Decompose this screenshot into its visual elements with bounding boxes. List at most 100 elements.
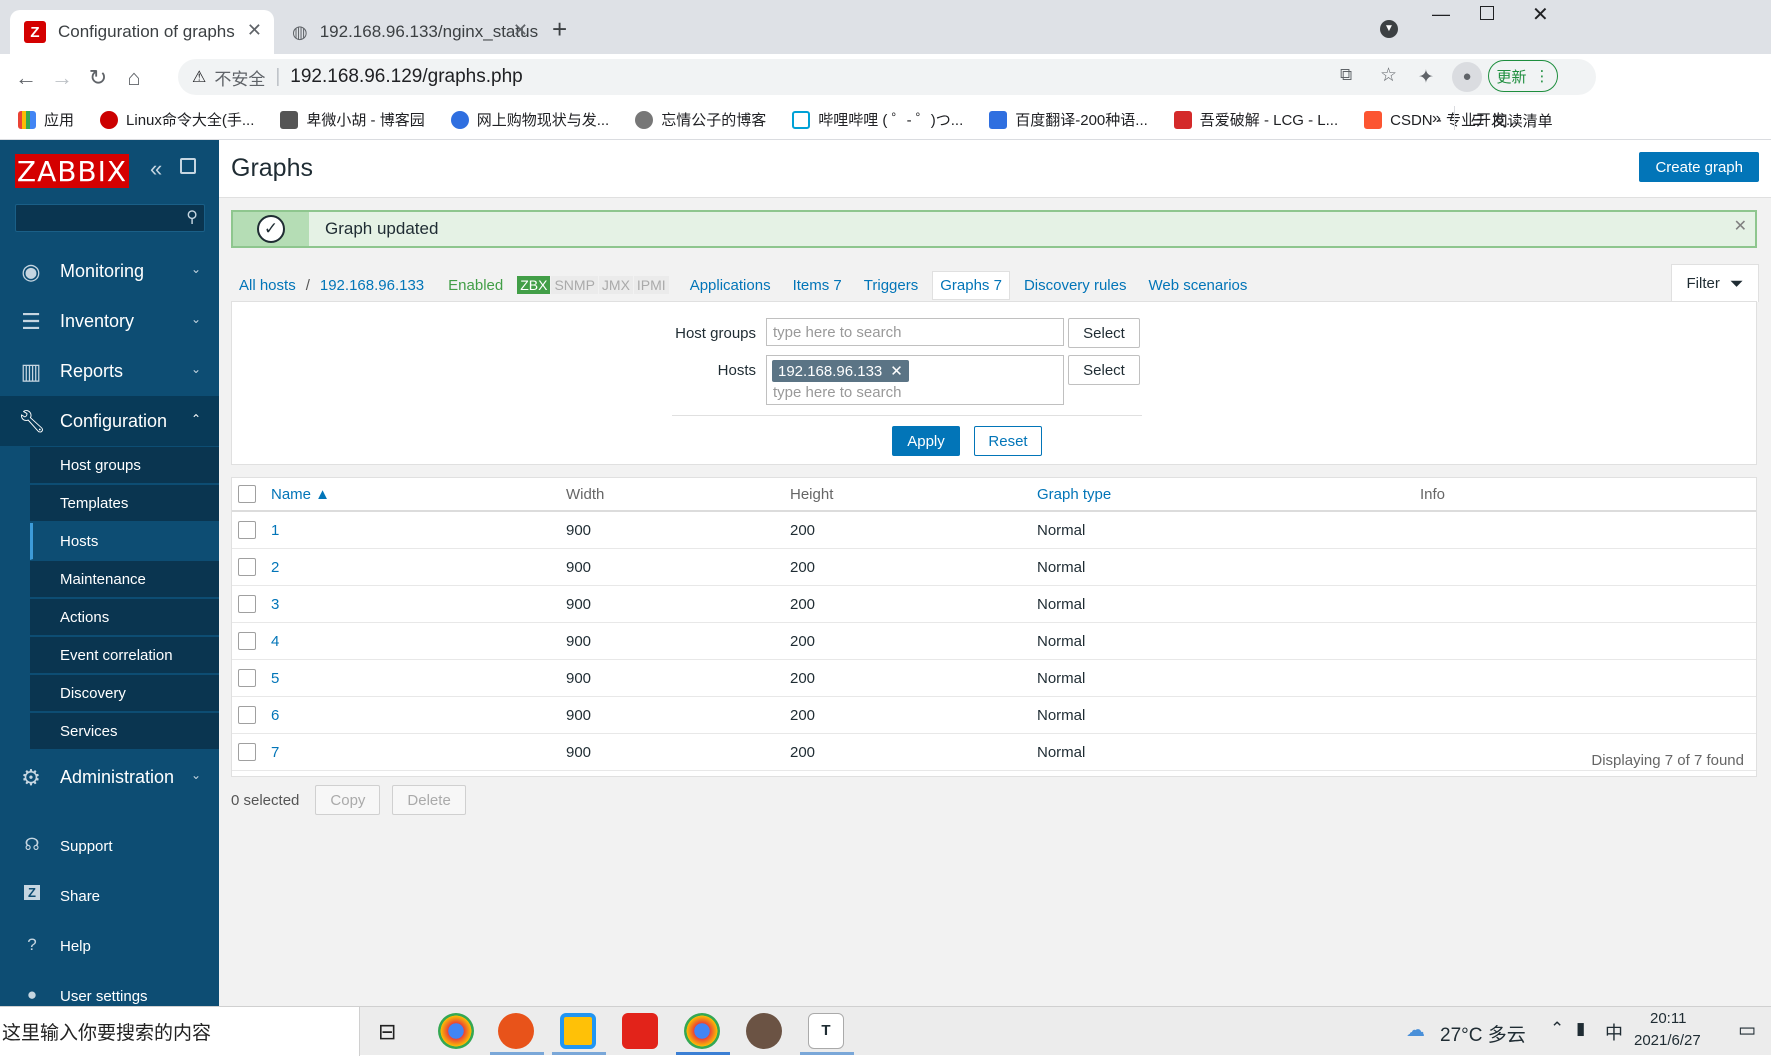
search-icon[interactable]: ⚲ [186,207,198,227]
hosts-select-button[interactable]: Select [1068,355,1140,385]
graph-name-link[interactable]: 6 [271,707,279,724]
tab-discovery-rules[interactable]: Discovery rules [1024,277,1127,294]
reload-icon[interactable]: ↻ [84,64,112,92]
close-message-icon[interactable]: ✕ [1734,216,1747,236]
name-column-header[interactable]: Name ▲ [271,486,330,503]
window-close-icon[interactable]: ✕ [1532,2,1549,27]
submenu-host-groups[interactable]: Host groups [30,447,219,484]
tab-search-icon[interactable]: ▼ [1380,20,1398,38]
notifications-icon[interactable]: ▭ [1738,1019,1756,1042]
close-tab-icon[interactable]: ✕ [247,20,262,41]
submenu-templates[interactable]: Templates [30,485,219,522]
tab-configuration-of-graphs[interactable]: Z Configuration of graphs ✕ [10,10,274,54]
row-checkbox[interactable] [238,669,256,687]
row-checkbox[interactable] [238,706,256,724]
menu-help[interactable]: ? Help [0,926,219,966]
menu-monitoring[interactable]: ◉ Monitoring ⌄ [0,246,219,296]
bookmarks-overflow-icon[interactable]: » [1432,110,1441,128]
row-checkbox[interactable] [238,743,256,761]
graph-name-link[interactable]: 1 [271,522,279,539]
task-view-icon[interactable]: ⊟ [378,1019,396,1045]
close-tab-icon[interactable]: ✕ [513,20,528,41]
delete-button[interactable]: Delete [392,785,466,815]
typora-icon[interactable]: T [808,1013,844,1049]
microphone-icon[interactable]: ▮ [1576,1019,1585,1039]
tray-expand-icon[interactable]: ⌃ [1550,1019,1564,1039]
menu-inventory[interactable]: ☰ Inventory ⌄ [0,296,219,346]
menu-support[interactable]: ☊ Support [0,826,219,866]
extensions-icon[interactable]: ✦ [1418,66,1434,89]
bookmark-bilibili[interactable]: 哔哩哔哩 ( ゜- ゜)つ... [792,109,963,130]
app-box-icon[interactable] [560,1013,596,1049]
kiosk-mode-icon[interactable] [180,158,196,174]
menu-administration[interactable]: ⚙ Administration ⌄ [0,752,219,802]
tab-web-scenarios[interactable]: Web scenarios [1148,277,1247,294]
select-all-checkbox[interactable] [238,485,256,503]
new-tab-icon[interactable]: + [552,14,567,45]
bookmark-linux[interactable]: Linux命令大全(手... [100,109,254,130]
submenu-discovery[interactable]: Discovery [30,675,219,712]
create-graph-button[interactable]: Create graph [1639,152,1759,182]
graph-name-link[interactable]: 4 [271,633,279,650]
copy-button[interactable]: Copy [315,785,381,815]
remove-chip-icon[interactable]: ✕ [890,362,903,380]
chrome-active-taskbar-icon[interactable] [684,1013,720,1049]
bookmark-shopping[interactable]: 网上购物现状与发... [450,109,609,130]
minimize-icon[interactable]: — [1432,4,1450,25]
bookmark-blog[interactable]: 忘情公子的博客 [635,109,766,130]
filter-tab[interactable]: Filter ⏷ [1671,264,1759,302]
tab-triggers[interactable]: Triggers [864,277,918,294]
submenu-event-correlation[interactable]: Event correlation [30,637,219,674]
zabbix-logo[interactable]: ZABBIX [15,154,129,188]
row-checkbox[interactable] [238,558,256,576]
maximize-icon[interactable] [1480,6,1494,20]
graph-name-link[interactable]: 2 [271,559,279,576]
sidebar-search-input[interactable]: ⚲ [15,204,205,232]
back-icon[interactable]: ← [12,64,40,92]
tab-items[interactable]: Items 7 [793,277,842,294]
translate-icon[interactable]: ⧉ [1340,65,1352,85]
address-bar[interactable]: ⚠ 不安全 | 192.168.96.129/graphs.php ⧉ ☆ [178,59,1596,95]
tab-applications[interactable]: Applications [690,277,771,294]
graph-name-link[interactable]: 5 [271,670,279,687]
bookmark-star-icon[interactable]: ☆ [1380,64,1397,87]
apply-button[interactable]: Apply [892,426,960,456]
youdao-icon[interactable] [622,1013,658,1049]
graph-name-link[interactable]: 7 [271,744,279,761]
clock-time[interactable]: 20:11 [1650,1010,1686,1027]
graph-type-column-header[interactable]: Graph type [1037,486,1111,503]
submenu-hosts[interactable]: Hosts [30,523,219,560]
bookmark-apps[interactable]: 应用 [18,109,74,130]
host-groups-select-button[interactable]: Select [1068,318,1140,348]
bookmark-52pojie[interactable]: 吾爱破解 - LCG - L... [1173,109,1338,130]
app-swirl-icon[interactable] [498,1013,534,1049]
collapse-sidebar-icon[interactable]: « [150,156,162,182]
tab-nginx-status[interactable]: ◍ 192.168.96.133/nginx_status ✕ [278,10,540,54]
menu-reports[interactable]: ▥ Reports ⌄ [0,346,219,396]
host-status-enabled[interactable]: Enabled [448,277,503,294]
menu-configuration[interactable]: 🔧︎ Configuration ⌃ [0,396,219,446]
reset-button[interactable]: Reset [974,426,1042,456]
host-groups-input[interactable]: type here to search [766,318,1064,346]
row-checkbox[interactable] [238,632,256,650]
bookmark-baidu-translate[interactable]: 百度翻译-200种语... [989,109,1148,130]
reading-list[interactable]: ☰ 阅读清单 [1472,110,1553,131]
taskbar-search-input[interactable]: 这里输入你要搜索的内容 [0,1007,360,1056]
submenu-services[interactable]: Services [30,713,219,750]
tab-graphs[interactable]: Graphs 7 [932,270,1010,300]
menu-share[interactable]: Z Share [0,876,219,916]
weather-text[interactable]: 27°C 多云 [1440,1020,1526,1047]
host-link[interactable]: 192.168.96.133 [320,277,424,294]
all-hosts-link[interactable]: All hosts [239,277,296,294]
bookmark-cnblogs[interactable]: 卑微小胡 - 博客园 [280,109,425,130]
update-button[interactable]: 更新 ⋮ [1488,60,1558,92]
avatar-app-icon[interactable] [746,1013,782,1049]
forward-icon[interactable]: → [48,64,76,92]
graph-name-link[interactable]: 3 [271,596,279,613]
submenu-maintenance[interactable]: Maintenance [30,561,219,598]
hosts-multiselect[interactable]: 192.168.96.133 ✕ type here to search [766,355,1064,405]
row-checkbox[interactable] [238,521,256,539]
clock-date[interactable]: 2021/6/27 [1634,1032,1701,1049]
profile-icon[interactable]: ● [1452,62,1482,92]
row-checkbox[interactable] [238,595,256,613]
